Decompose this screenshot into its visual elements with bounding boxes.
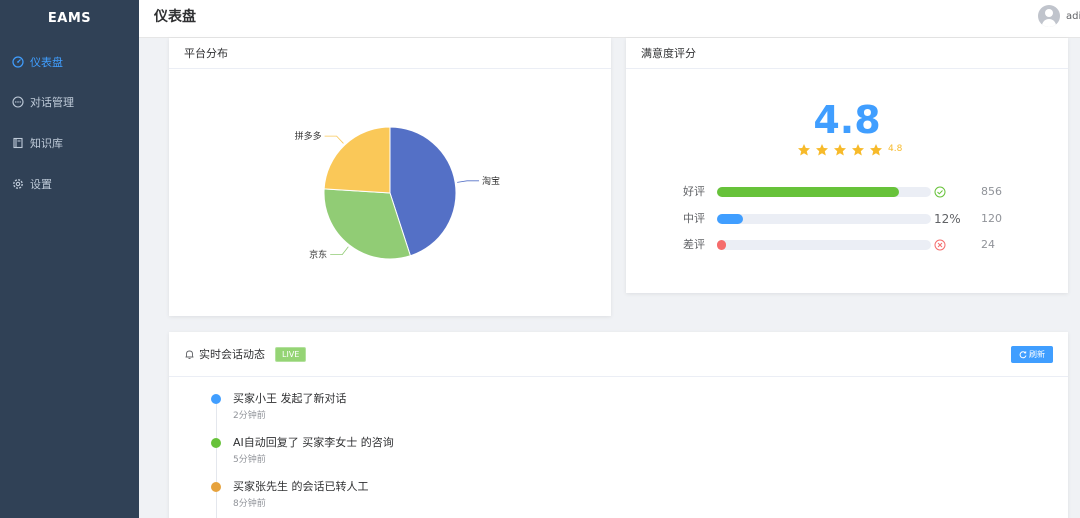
sidebar-item-label: 对话管理: [30, 96, 74, 109]
pie-chart: 淘宝京东 拼多多: [295, 126, 500, 261]
user-menu[interactable]: adi: [1038, 5, 1080, 27]
timeline-text: 买家小王 发起了新对话: [233, 392, 347, 405]
pie-label-0: 淘宝: [482, 175, 500, 187]
sidebar-item-chat[interactable]: 对话管理: [0, 82, 139, 122]
sidebar-item-label: 设置: [30, 178, 52, 191]
rating-row-neutral: 中评 12% 120: [626, 210, 1068, 228]
rating-count: 24: [981, 238, 995, 251]
check-circle-icon: [934, 183, 964, 203]
sidebar-item-dashboard[interactable]: 仪表盘: [0, 42, 139, 82]
avatar[interactable]: [1038, 5, 1060, 27]
dashboard-icon: [12, 56, 24, 68]
gear-icon: [12, 178, 24, 190]
rating-row-good: 好评 856: [626, 183, 1068, 201]
star-icon: [797, 142, 811, 156]
progress-track: [717, 240, 931, 250]
score-value: 4.8: [813, 98, 881, 142]
rating-row-bad: 差评 24: [626, 236, 1068, 254]
star-icon: [833, 142, 847, 156]
sidebar-item-label: 知识库: [30, 137, 63, 150]
sidebar-item-knowledge[interactable]: 知识库: [0, 123, 139, 163]
page-title: 仪表盘: [154, 9, 196, 25]
pie-label-1: 京东: [309, 249, 327, 261]
refresh-icon: [1019, 350, 1027, 358]
satisfaction-card: 满意度评分 4.8 4.8 好评 856 中评 12% 120 差评 24: [626, 38, 1068, 293]
pie-label-line-1: [330, 246, 349, 256]
timeline-dot: [211, 394, 221, 404]
pie-label-line-2: [324, 135, 344, 144]
pie-label-2: 拼多多: [295, 130, 322, 142]
timeline-time: 2分钟前: [233, 411, 266, 421]
chat-icon: [12, 96, 24, 108]
sidebar-item-label: 仪表盘: [30, 56, 63, 69]
timeline-text: AI自动回复了 买家李女士 的咨询: [233, 436, 394, 449]
close-circle-icon: [934, 236, 964, 256]
timeline-dot: [211, 482, 221, 492]
timeline-dot: [211, 438, 221, 448]
timeline-line: [216, 396, 217, 518]
bell-icon: [184, 349, 195, 360]
star-icon: [869, 142, 883, 156]
card-title: 满意度评分: [626, 38, 1068, 69]
star-rating: 4.8: [797, 142, 902, 156]
star-icon: [851, 142, 865, 156]
card-title: 实时会话动态: [199, 348, 265, 361]
progress-fill: [717, 240, 726, 250]
progress-fill: [717, 187, 899, 197]
book-icon: [12, 137, 24, 149]
rating-label: 好评: [683, 185, 705, 198]
rating-label: 中评: [683, 212, 705, 225]
pie-slice-2[interactable]: [323, 126, 391, 194]
rating-count: 856: [981, 185, 1002, 198]
timeline-text: 买家张先生 的会话已转人工: [233, 480, 369, 493]
sidebar: EAMS 仪表盘 对话管理 知识库 设置: [0, 0, 139, 518]
username[interactable]: adi: [1066, 11, 1080, 22]
star-icon: [815, 142, 829, 156]
refresh-label: 刷新: [1029, 350, 1045, 359]
progress-track: [717, 214, 931, 224]
stars-value: 4.8: [888, 144, 903, 154]
live-badge: LIVE: [275, 346, 307, 362]
top-header: 仪表盘 adi: [139, 0, 1080, 38]
refresh-button[interactable]: 刷新: [1011, 346, 1053, 363]
live-session-card: 实时会话动态 LIVE 刷新 买家小王 发起了新对话 2分钟前 AI自动回复了 …: [169, 332, 1068, 518]
sidebar-item-settings[interactable]: 设置: [0, 164, 139, 204]
progress-track: [717, 187, 931, 197]
pie-label-line-0: [457, 180, 480, 183]
timeline-time: 5分钟前: [233, 455, 266, 465]
rating-percent: 12%: [934, 212, 961, 226]
card-title: 平台分布: [169, 38, 611, 69]
timeline-time: 8分钟前: [233, 499, 266, 509]
rating-count: 120: [981, 212, 1002, 225]
progress-fill: [717, 214, 743, 224]
platform-distribution-card: 平台分布 淘宝京东 拼多多: [169, 38, 611, 316]
brand-logo: EAMS: [47, 11, 92, 26]
rating-label: 差评: [683, 238, 705, 251]
